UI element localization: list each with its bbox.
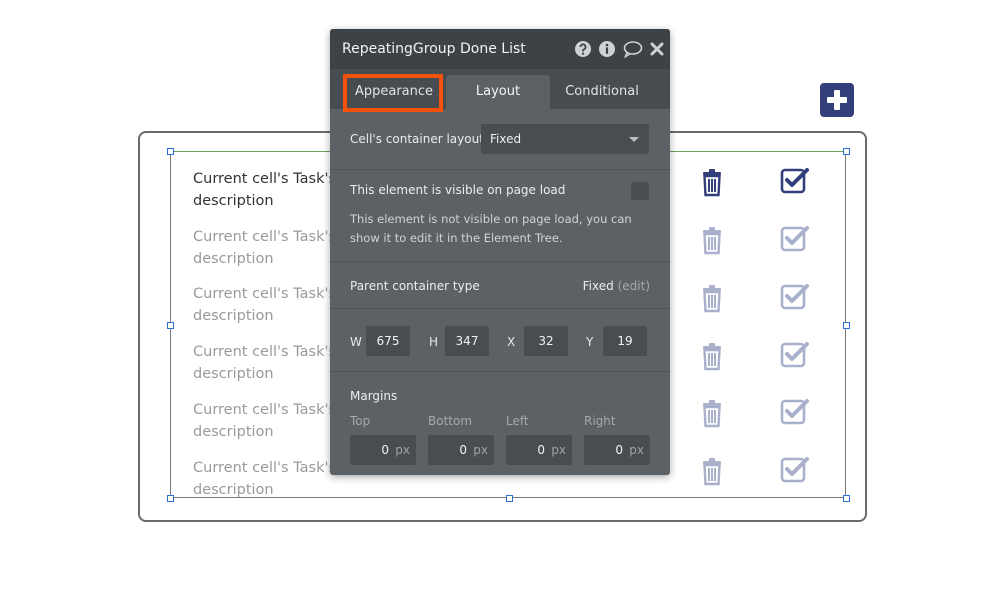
y-label: Y [586, 335, 594, 349]
parent-container-type: Fixed [582, 279, 614, 293]
cell-task-description: Current cell's Task's description [193, 286, 337, 324]
trash-icon [703, 343, 721, 371]
cell-task-description: Current cell's Task's description [193, 229, 337, 267]
cell-layout-select[interactable]: Fixed [481, 124, 649, 154]
divider [330, 261, 670, 262]
cell-task-description: Current cell's Task's description [193, 344, 337, 382]
parent-container-label: Parent container type [350, 279, 480, 293]
width-input[interactable]: 675 [366, 326, 410, 356]
divider [330, 169, 670, 170]
visible-on-load-checkbox[interactable] [631, 182, 649, 200]
cell-task-description: Current cell's Task's description [193, 460, 337, 498]
resize-handle-bottom-left[interactable] [167, 495, 174, 502]
margin-unit: px [395, 443, 410, 457]
margin-unit: px [629, 443, 644, 457]
divider [330, 371, 670, 372]
trash-icon[interactable] [696, 166, 728, 198]
trash-icon [703, 285, 721, 313]
add-button[interactable] [820, 83, 854, 117]
resize-handle-middle-right[interactable] [843, 322, 850, 329]
tab-appearance[interactable]: Appearance [346, 75, 442, 109]
width-label: W [350, 335, 362, 349]
x-input[interactable]: 32 [524, 326, 568, 356]
margin-bottom-label: Bottom [428, 414, 473, 428]
y-input[interactable]: 19 [603, 326, 647, 356]
resize-handle-top-left[interactable] [167, 148, 174, 155]
cell-task-description: Current cell's Task's description [193, 402, 337, 440]
cell-task-description[interactable]: Current cell's Task's description [193, 168, 343, 212]
height-label: H [429, 335, 439, 349]
cell-layout-value: Fixed [490, 132, 522, 146]
parent-container-edit-link[interactable]: (edit) [618, 279, 650, 293]
height-input[interactable]: 347 [445, 326, 489, 356]
help-icon[interactable] [574, 40, 592, 58]
comment-icon[interactable] [623, 40, 643, 58]
tab-bar: Appearance Layout Conditional [330, 69, 670, 109]
margin-left-input[interactable]: 0 px [506, 435, 572, 465]
checkbox-checked-icon[interactable] [778, 164, 810, 196]
tab-conditional[interactable]: Conditional [552, 75, 652, 109]
trash-icon [703, 458, 721, 486]
margin-top-label: Top [350, 414, 371, 428]
margin-top-input[interactable]: 0 px [350, 435, 416, 465]
margin-right-label: Right [584, 414, 616, 428]
margin-left-label: Left [506, 414, 529, 428]
checkbox-checked-icon [780, 457, 809, 483]
checkbox-checked-icon [780, 399, 809, 425]
trash-icon [703, 400, 721, 428]
checkbox-checked-icon [780, 284, 809, 310]
resize-handle-middle-left[interactable] [167, 322, 174, 329]
property-editor[interactable]: RepeatingGroup Done List Appearance Layo… [330, 29, 670, 475]
checkbox-checked-icon [780, 226, 809, 252]
resize-handle-bottom-right[interactable] [843, 495, 850, 502]
margin-bottom-input[interactable]: 0 px [428, 435, 494, 465]
cell-layout-label: Cell's container layout [350, 132, 484, 146]
chevron-down-icon [629, 137, 639, 142]
margin-right-value: 0 [615, 443, 623, 457]
checkbox-checked-icon [780, 342, 809, 368]
visibility-help-text: This element is not visible on page load… [350, 212, 632, 245]
margin-unit: px [551, 443, 566, 457]
margin-unit: px [473, 443, 488, 457]
resize-handle-bottom-middle[interactable] [506, 495, 513, 502]
margins-label: Margins [350, 389, 398, 403]
info-icon[interactable] [598, 40, 616, 58]
resize-handle-top-right[interactable] [843, 148, 850, 155]
trash-icon [703, 227, 721, 255]
close-icon[interactable] [650, 42, 664, 56]
margin-left-value: 0 [537, 443, 545, 457]
visible-on-load-label: This element is visible on page load [350, 183, 566, 197]
divider [330, 308, 670, 309]
parent-container-value: Fixed (edit) [583, 279, 650, 293]
x-label: X [507, 335, 516, 349]
editor-title: RepeatingGroup Done List [342, 41, 526, 57]
editor-header[interactable]: RepeatingGroup Done List [330, 29, 670, 69]
margin-bottom-value: 0 [459, 443, 467, 457]
tab-layout[interactable]: Layout [446, 75, 550, 109]
margin-right-input[interactable]: 0 px [584, 435, 650, 465]
margin-top-value: 0 [381, 443, 389, 457]
